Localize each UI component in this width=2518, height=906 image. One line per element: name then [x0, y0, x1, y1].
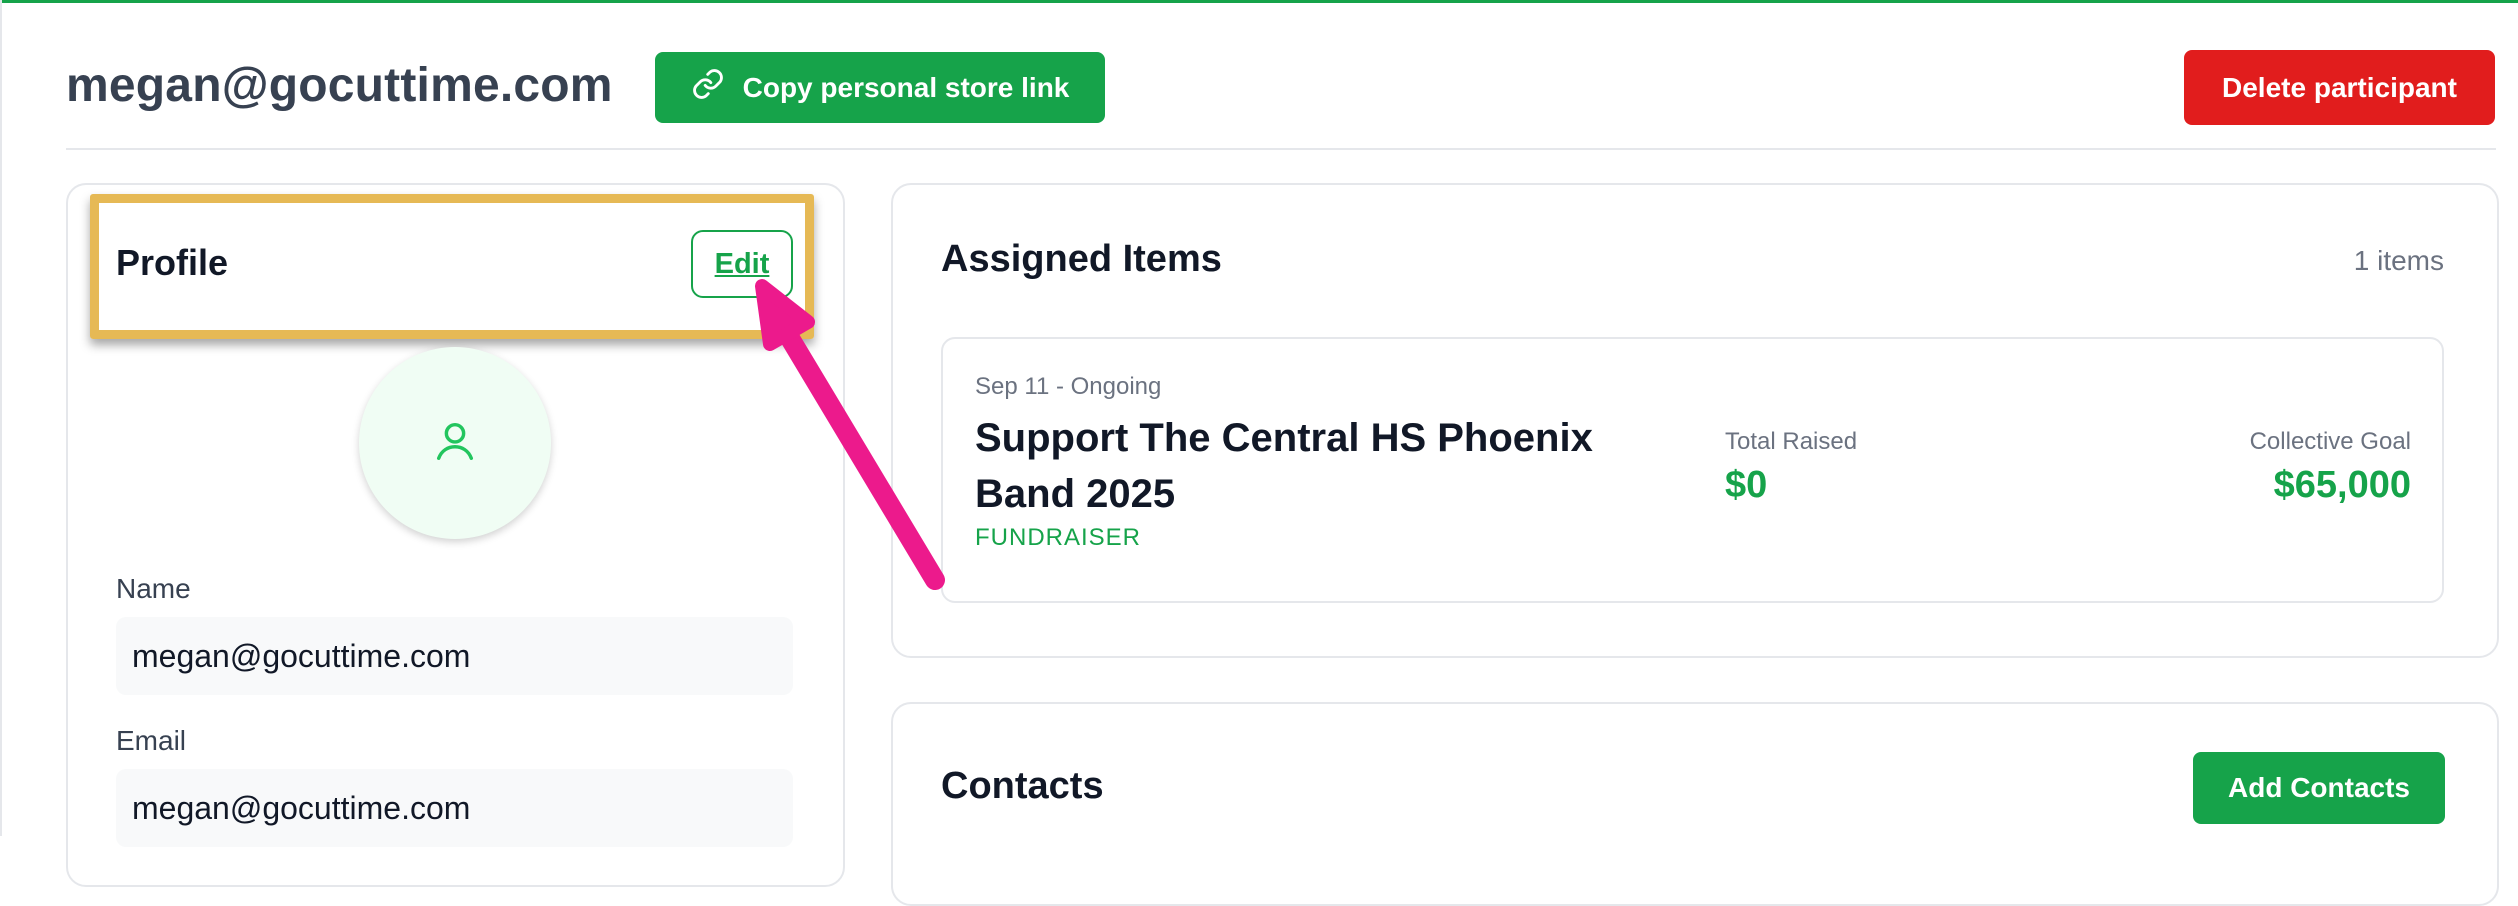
annotation-highlight-box	[90, 194, 814, 339]
user-icon	[432, 418, 478, 469]
collective-goal-label: Collective Goal	[2249, 428, 2411, 455]
copy-store-link-button[interactable]: Copy personal store link	[655, 52, 1105, 123]
item-type-badge: FUNDRAISER	[975, 524, 1142, 551]
item-name[interactable]: Support The Central HS Phoenix Band 2025	[975, 410, 1655, 522]
total-raised-value: $0	[1725, 464, 1768, 506]
avatar	[359, 347, 551, 539]
email-field[interactable]: megan@gocuttime.com	[116, 769, 793, 847]
assigned-items-title: Assigned Items	[941, 238, 1222, 280]
top-accent-line	[0, 0, 2518, 3]
email-field-label: Email	[116, 725, 187, 756]
delete-participant-button[interactable]: Delete participant	[2184, 50, 2495, 125]
item-date-range: Sep 11 - Ongoing	[975, 373, 1162, 400]
collective-goal-value: $65,000	[2273, 464, 2411, 506]
contacts-title: Contacts	[941, 765, 1104, 807]
total-raised-label: Total Raised	[1725, 428, 1858, 455]
header-divider	[66, 148, 2496, 150]
link-icon	[691, 67, 725, 108]
name-field[interactable]: megan@gocuttime.com	[116, 617, 793, 695]
left-border	[0, 0, 2, 836]
copy-store-link-label: Copy personal store link	[742, 71, 1070, 103]
items-count: 1 items	[2353, 245, 2444, 276]
page-title: megan@gocuttime.com	[66, 59, 613, 112]
name-field-label: Name	[116, 573, 191, 604]
add-contacts-button[interactable]: Add Contacts	[2193, 752, 2445, 824]
